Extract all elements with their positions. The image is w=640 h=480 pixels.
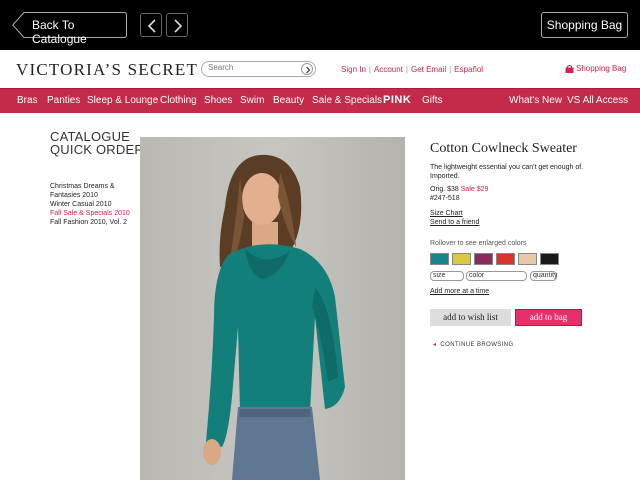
brand-logo[interactable]: VICTORIA’S SECRET	[16, 60, 198, 80]
nav-item-panties[interactable]: Panties	[47, 95, 80, 106]
catalogue-quick-order-title: CATALOGUE QUICK ORDER	[50, 130, 144, 156]
shopping-bag-button[interactable]: Shopping Bag	[541, 12, 628, 38]
color-swatch-teal[interactable]	[430, 253, 449, 265]
espanol-link[interactable]: Español	[454, 65, 483, 74]
get-email-link[interactable]: Get Email	[411, 65, 446, 74]
chevron-right-icon	[174, 19, 183, 33]
continue-browsing-link[interactable]: ◂ CONTINUE BROWSING	[433, 341, 514, 348]
color-swatch-beige[interactable]	[518, 253, 537, 265]
site-header: VICTORIA’S SECRET Search Sign In | Account…	[0, 50, 640, 88]
color-swatch-black[interactable]	[540, 253, 559, 265]
nav-item-pink[interactable]: PINK	[383, 94, 411, 106]
header-shopping-bag-label: Shopping Bag	[576, 64, 627, 73]
nav-item-whats-new[interactable]: What's New	[509, 95, 562, 106]
search-go-button[interactable]	[301, 63, 313, 75]
chevron-left-icon	[147, 19, 156, 33]
orig-price: $38	[447, 186, 459, 193]
account-links: Sign In | Account | Get Email | Español	[341, 65, 483, 74]
sale-price: Sale $29	[460, 186, 489, 193]
search-input[interactable]: Search	[201, 61, 316, 77]
shopping-bag-icon	[565, 65, 574, 73]
link-separator: |	[449, 65, 452, 74]
link-separator: |	[405, 65, 408, 74]
previous-page-button[interactable]	[140, 13, 162, 37]
catalogue-item[interactable]: Fall Fashion 2010, Vol. 2	[50, 218, 142, 227]
product-description: The lightweight essential you can't get …	[430, 164, 584, 180]
quantity-select[interactable]: quantity	[530, 271, 558, 281]
product-name: Cotton Cowlneck Sweater	[430, 141, 577, 156]
nav-item-swim[interactable]: Swim	[240, 95, 264, 106]
add-to-bag-button[interactable]: add to bag	[515, 309, 582, 326]
nav-item-sale-specials[interactable]: Sale & Specials	[312, 95, 382, 106]
next-page-button[interactable]	[166, 13, 188, 37]
sign-in-link[interactable]: Sign In	[341, 65, 366, 74]
nav-item-clothing[interactable]: Clothing	[160, 95, 197, 106]
nav-item-vs-all-access[interactable]: VS All Access	[567, 95, 628, 106]
product-photo[interactable]	[140, 137, 405, 480]
product-sku: #247-518	[430, 195, 460, 202]
model-wearing-sweater-image	[203, 154, 345, 480]
catalogue-item-active[interactable]: Fall Sale & Specials 2010	[50, 209, 142, 218]
nav-item-shoes[interactable]: Shoes	[204, 95, 232, 106]
top-toolbar: Back To Catalogue Shopping Bag	[0, 0, 640, 50]
chevron-right-icon	[306, 66, 311, 74]
nav-item-bras[interactable]: Bras	[17, 95, 38, 106]
search-placeholder: Search	[208, 63, 234, 72]
nav-item-sleep-lounge[interactable]: Sleep & Lounge	[87, 95, 158, 106]
orig-label: Orig.	[430, 186, 446, 193]
triangle-left-icon: ◂	[433, 342, 437, 348]
back-to-catalogue-button[interactable]: Back To Catalogue	[12, 12, 127, 46]
catalogue-list: Christmas Dreams & Fantasies 2010 Winter…	[50, 182, 142, 227]
catalogue-title-line: QUICK ORDER	[50, 142, 144, 157]
link-separator: |	[368, 65, 371, 74]
catalogue-item[interactable]: Christmas Dreams & Fantasies 2010	[50, 182, 142, 200]
size-chart-link[interactable]: Size Chart	[430, 210, 463, 217]
product-price: Orig. $38 Sale $29	[430, 186, 488, 193]
color-swatch-yellow[interactable]	[452, 253, 471, 265]
rollover-hint: Rollover to see enlarged colors	[430, 240, 527, 247]
add-to-wish-list-button[interactable]: add to wish list	[430, 309, 511, 326]
add-more-link[interactable]: Add more at a time	[430, 288, 489, 295]
category-nav: Bras Panties Sleep & Lounge Clothing Sho…	[0, 88, 640, 113]
nav-item-gifts[interactable]: Gifts	[422, 95, 443, 106]
color-select[interactable]: color	[466, 271, 527, 281]
nav-item-beauty[interactable]: Beauty	[273, 95, 304, 106]
back-button-label: Back To Catalogue	[32, 18, 87, 46]
header-shopping-bag-link[interactable]: Shopping Bag	[565, 64, 626, 73]
account-link[interactable]: Account	[374, 65, 403, 74]
color-swatch-plum[interactable]	[474, 253, 493, 265]
send-to-friend-link[interactable]: Send to a friend	[430, 219, 479, 226]
catalogue-item[interactable]: Winter Casual 2010	[50, 200, 142, 209]
color-swatch-red[interactable]	[496, 253, 515, 265]
continue-browsing-label: CONTINUE BROWSING	[440, 342, 514, 348]
size-select[interactable]: size	[430, 271, 464, 281]
